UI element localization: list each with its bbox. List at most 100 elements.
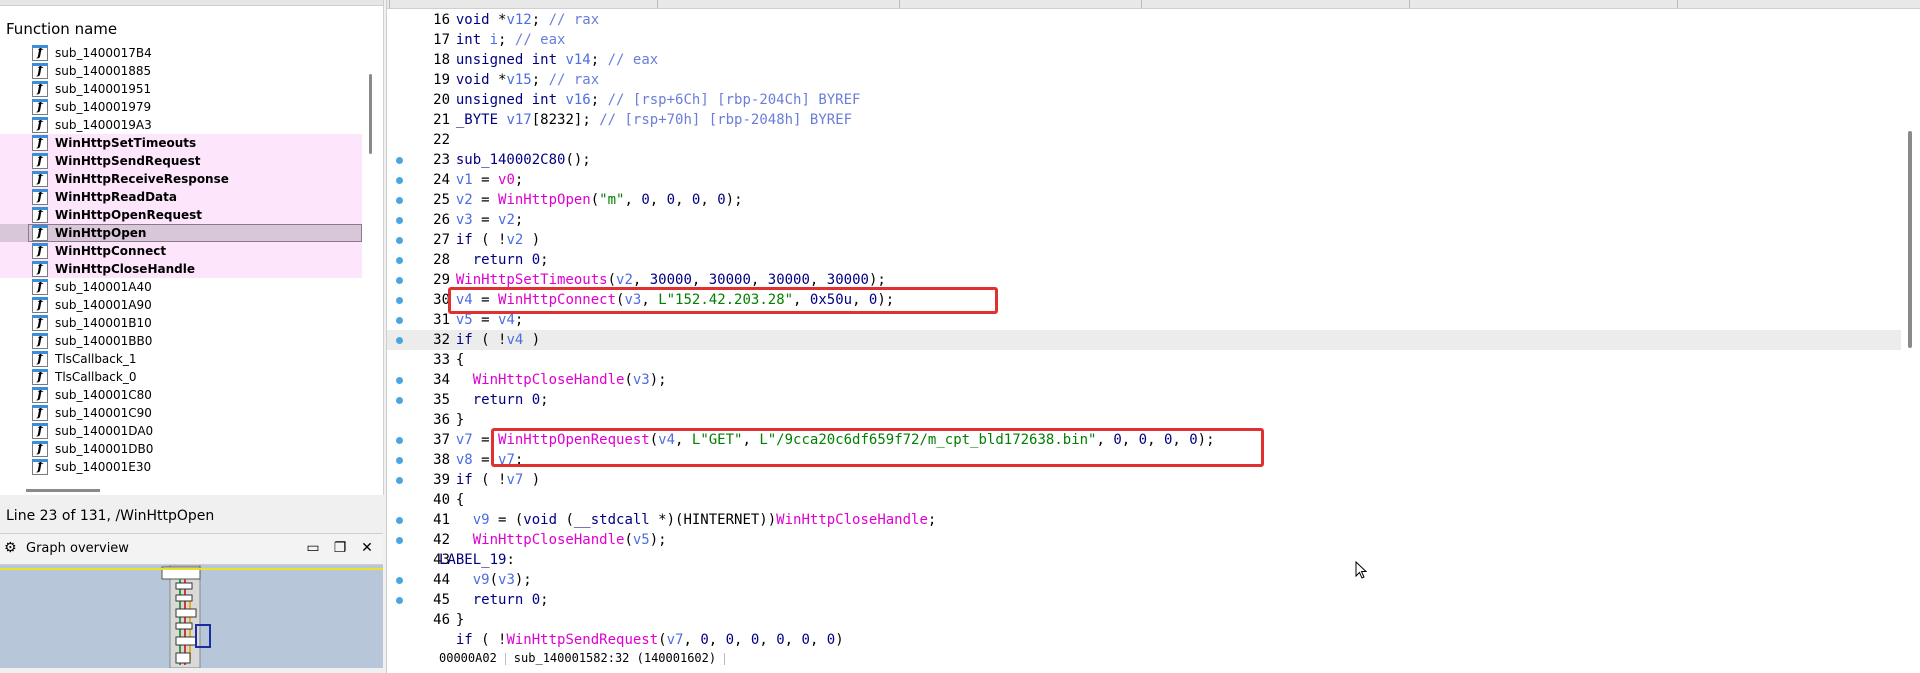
function-list-item[interactable]: f sub_140001E30 xyxy=(0,458,362,476)
function-list-item[interactable]: f sub_140001A90 xyxy=(0,296,362,314)
code-line[interactable]: 43 LABEL_19: xyxy=(387,550,1901,570)
code-line[interactable]: 28 return 0; xyxy=(387,250,1901,270)
breakpoint-dot-icon[interactable] xyxy=(396,517,403,524)
function-icon: f xyxy=(32,333,48,349)
code-line[interactable]: 40 { xyxy=(387,490,1901,510)
code-line[interactable]: 35 return 0; xyxy=(387,390,1901,410)
breakpoint-dot-icon[interactable] xyxy=(396,297,403,304)
function-list-item[interactable]: f sub_140001951 xyxy=(0,80,362,98)
function-list-item[interactable]: f sub_140001DB0 xyxy=(0,440,362,458)
function-list-item[interactable]: f WinHttpReceiveResponse xyxy=(0,170,362,188)
function-list-item[interactable]: f TlsCallback_1 xyxy=(0,350,362,368)
function-list-item[interactable]: f WinHttpSendRequest xyxy=(0,152,362,170)
code-line[interactable]: 42 WinHttpCloseHandle(v5); xyxy=(387,530,1901,550)
breakpoint-dot-icon[interactable] xyxy=(396,177,403,184)
breakpoint-dot-icon[interactable] xyxy=(396,477,403,484)
function-icon: f xyxy=(32,99,48,115)
code-line[interactable]: 39 if ( !v7 ) xyxy=(387,470,1901,490)
pseudocode-view[interactable]: 16 void *v12; // rax 17 int i; // eax 18 u… xyxy=(387,10,1901,650)
function-name-label: TlsCallback_1 xyxy=(55,352,137,366)
breakpoint-dot-icon[interactable] xyxy=(396,317,403,324)
restore-icon[interactable]: ❐ xyxy=(331,539,349,557)
code-line[interactable]: 36 } xyxy=(387,410,1901,430)
graph-overview-yellow-band xyxy=(0,568,383,570)
breakpoint-dot-icon[interactable] xyxy=(396,237,403,244)
code-text: void *v12; // rax xyxy=(455,12,600,28)
code-line[interactable]: 33 { xyxy=(387,350,1901,370)
code-line[interactable]: 21 _BYTE v17[8232]; // [rsp+70h] [rbp-20… xyxy=(387,110,1901,130)
code-line[interactable]: 44 v9(v3); xyxy=(387,570,1901,590)
function-list-item[interactable]: f WinHttpConnect xyxy=(0,242,362,260)
function-name-label: sub_140001979 xyxy=(55,100,152,114)
function-icon: f xyxy=(32,189,48,205)
function-list-item[interactable]: f WinHttpSetTimeouts xyxy=(0,134,362,152)
code-line[interactable]: 27 if ( !v2 ) xyxy=(387,230,1901,250)
code-line[interactable]: 16 void *v12; // rax xyxy=(387,10,1901,30)
maximize-icon[interactable]: ▭ xyxy=(304,539,322,557)
code-line[interactable]: 24 v1 = v0; xyxy=(387,170,1901,190)
code-line[interactable]: 32 if ( !v4 ) xyxy=(387,330,1901,350)
code-text: if ( !WinHttpSendRequest(v7, 0, 0, 0, 0,… xyxy=(455,632,844,648)
code-line[interactable]: 26 v3 = v2; xyxy=(387,210,1901,230)
breakpoint-dot-icon[interactable] xyxy=(396,577,403,584)
code-text: v9(v3); xyxy=(472,572,532,588)
graph-overview-canvas[interactable] xyxy=(0,565,383,668)
breakpoint-dot-icon[interactable] xyxy=(396,337,403,344)
close-icon[interactable]: ✕ xyxy=(358,539,376,557)
function-list-item[interactable]: f WinHttpReadData xyxy=(0,188,362,206)
function-list-item[interactable]: f WinHttpOpen xyxy=(0,224,362,242)
code-line[interactable]: 46 } xyxy=(387,610,1901,630)
function-list[interactable]: f sub_1400017B4 f sub_140001885 f sub_1400019… xyxy=(0,44,362,480)
code-line[interactable]: 17 int i; // eax xyxy=(387,30,1901,50)
function-list-item[interactable]: f TlsCallback_0 xyxy=(0,368,362,386)
function-list-item[interactable]: f WinHttpCloseHandle xyxy=(0,260,362,278)
function-list-horizontal-scrollbar[interactable] xyxy=(26,489,100,492)
function-name-label: sub_140001C90 xyxy=(55,406,152,420)
code-line[interactable]: 23 sub_140002C80(); xyxy=(387,150,1901,170)
code-line[interactable]: 19 void *v15; // rax xyxy=(387,70,1901,90)
breakpoint-dot-icon[interactable] xyxy=(396,397,403,404)
function-icon: f xyxy=(32,297,48,313)
breakpoint-dot-icon[interactable] xyxy=(396,257,403,264)
code-text: if ( !v7 ) xyxy=(455,472,541,488)
function-list-item[interactable]: f sub_140001C90 xyxy=(0,404,362,422)
function-list-item[interactable]: f WinHttpOpenRequest xyxy=(0,206,362,224)
breakpoint-dot-icon[interactable] xyxy=(396,197,403,204)
function-list-item[interactable]: f sub_1400017B4 xyxy=(0,44,362,62)
code-line[interactable]: 20 unsigned int v16; // [rsp+6Ch] [rbp-2… xyxy=(387,90,1901,110)
function-list-item[interactable]: f sub_140001C80 xyxy=(0,386,362,404)
breakpoint-dot-icon[interactable] xyxy=(396,597,403,604)
code-line[interactable]: 18 unsigned int v14; // eax xyxy=(387,50,1901,70)
breakpoint-dot-icon[interactable] xyxy=(396,537,403,544)
function-icon: f xyxy=(32,117,48,133)
code-line[interactable]: if ( !WinHttpSendRequest(v7, 0, 0, 0, 0,… xyxy=(387,630,1901,650)
function-icon: f xyxy=(32,45,48,61)
breakpoint-dot-icon[interactable] xyxy=(396,217,403,224)
code-line[interactable]: 34 WinHttpCloseHandle(v3); xyxy=(387,370,1901,390)
pseudocode-vertical-scrollbar-thumb[interactable] xyxy=(1908,131,1912,348)
function-list-item[interactable]: f sub_140001885 xyxy=(0,62,362,80)
function-name-column-header[interactable]: Function name xyxy=(6,20,117,38)
code-line[interactable]: 45 return 0; xyxy=(387,590,1901,610)
breakpoint-dot-icon[interactable] xyxy=(396,457,403,464)
function-list-item[interactable]: f sub_140001DA0 xyxy=(0,422,362,440)
function-icon: f xyxy=(32,171,48,187)
function-list-item[interactable]: f sub_140001B10 xyxy=(0,314,362,332)
breakpoint-dot-icon[interactable] xyxy=(396,157,403,164)
function-list-vertical-scrollbar[interactable] xyxy=(369,74,372,154)
function-name-label: sub_140001B10 xyxy=(55,316,152,330)
breakpoint-dot-icon[interactable] xyxy=(396,377,403,384)
code-text: unsigned int v16; // [rsp+6Ch] [rbp-204C… xyxy=(455,92,861,108)
function-list-item[interactable]: f sub_140001BB0 xyxy=(0,332,362,350)
code-line[interactable]: 41 v9 = (void (__stdcall *)(HINTERNET))W… xyxy=(387,510,1901,530)
code-line[interactable]: 25 v2 = WinHttpOpen("m", 0, 0, 0, 0); xyxy=(387,190,1901,210)
breakpoint-dot-icon[interactable] xyxy=(396,437,403,444)
function-list-item[interactable]: f sub_1400019A3 xyxy=(0,116,362,134)
breakpoint-dot-icon[interactable] xyxy=(396,277,403,284)
graph-overview-icon: ⚙ xyxy=(4,540,17,556)
function-list-item[interactable]: f sub_140001979 xyxy=(0,98,362,116)
code-text: } xyxy=(439,612,465,628)
code-line[interactable]: 22 xyxy=(387,130,1901,150)
tab-strip xyxy=(387,0,1920,9)
function-list-item[interactable]: f sub_140001A40 xyxy=(0,278,362,296)
